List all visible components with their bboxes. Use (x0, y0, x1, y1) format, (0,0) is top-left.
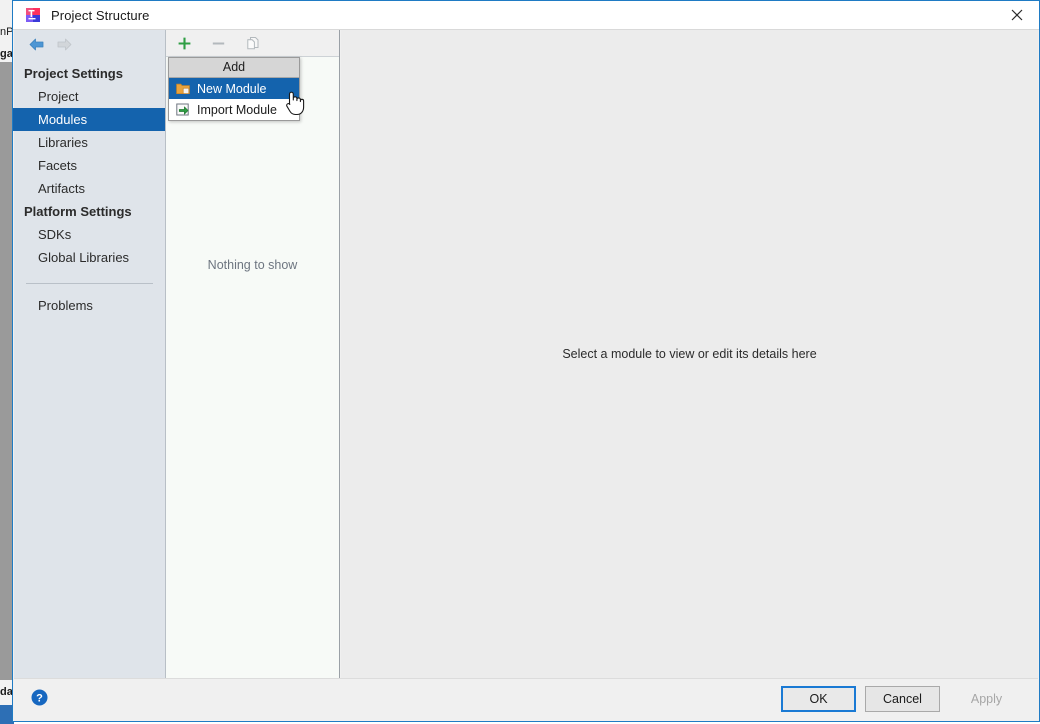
sidebar-item-sdks[interactable]: SDKs (14, 223, 165, 246)
menu-item-new-module[interactable]: New Module (169, 78, 299, 99)
modules-list-panel: Nothing to show (166, 30, 340, 679)
dialog-title: Project Structure (51, 7, 150, 23)
sidebar-group-platform-settings: Platform Settings (24, 204, 132, 219)
sidebar-item-facets[interactable]: Facets (14, 154, 165, 177)
sidebar-items: Project Settings Project Modules Librari… (13, 62, 165, 317)
screen-root: nP ga da Project Structure Project Setti… (0, 0, 1040, 724)
sidebar-item-libraries[interactable]: Libraries (14, 131, 165, 154)
sidebar-divider (26, 283, 153, 284)
copy-icon (243, 34, 262, 53)
dialog-titlebar: Project Structure (13, 1, 1039, 29)
plus-icon[interactable] (175, 34, 194, 53)
arrow-left-icon[interactable] (22, 33, 50, 55)
modules-empty-text: Nothing to show (207, 258, 298, 272)
settings-sidebar: Project Settings Project Modules Librari… (13, 30, 166, 679)
sidebar-group-project-settings: Project Settings (24, 66, 123, 81)
dialog-buttons: OK Cancel Apply (781, 686, 1024, 712)
sidebar-item-problems[interactable]: Problems (14, 294, 165, 317)
help-question-icon[interactable]: ? (31, 689, 48, 706)
menu-item-new-module-label: New Module (197, 81, 267, 96)
add-popup-menu: Add New Module Import Module (168, 57, 300, 121)
minus-icon (209, 34, 228, 53)
svg-text:?: ? (36, 693, 43, 705)
modules-toolbar (166, 30, 339, 57)
arrow-right-icon (50, 33, 78, 55)
module-details-empty-text: Select a module to view or edit its deta… (562, 347, 817, 361)
project-structure-dialog: Project Structure Project Settings Proje… (12, 0, 1040, 722)
ok-button[interactable]: OK (781, 686, 856, 712)
intellij-idea-icon (25, 7, 41, 23)
sidebar-item-global-libraries[interactable]: Global Libraries (14, 246, 165, 269)
folder-new-icon (175, 81, 191, 97)
cancel-button[interactable]: Cancel (865, 686, 940, 712)
close-icon[interactable] (994, 1, 1039, 29)
sidebar-item-artifacts[interactable]: Artifacts (14, 177, 165, 200)
apply-button: Apply (949, 686, 1024, 712)
module-details-panel: Select a module to view or edit its deta… (341, 30, 1038, 679)
popup-menu-title: Add (169, 58, 299, 78)
menu-item-import-module-label: Import Module (197, 102, 277, 117)
sidebar-item-project[interactable]: Project (14, 85, 165, 108)
import-arrow-icon (175, 102, 191, 118)
sidebar-navigation (14, 30, 165, 58)
sidebar-item-modules[interactable]: Modules (13, 108, 165, 131)
menu-item-import-module[interactable]: Import Module (169, 99, 299, 120)
dialog-footer: ? OK Cancel Apply (14, 678, 1038, 720)
